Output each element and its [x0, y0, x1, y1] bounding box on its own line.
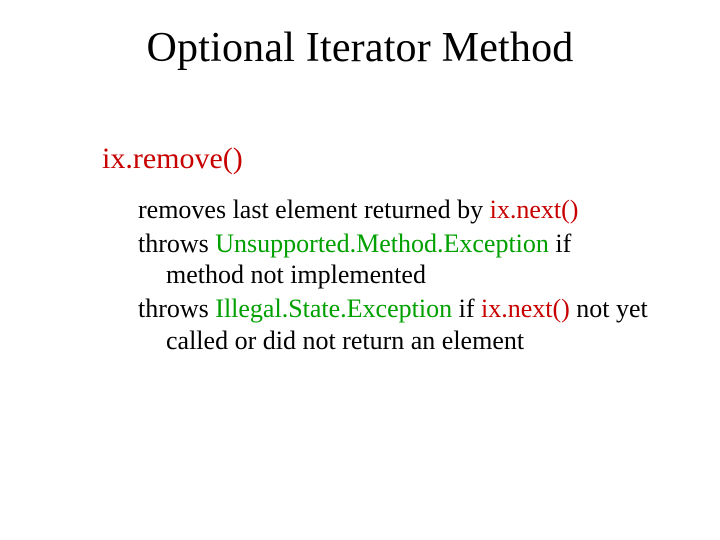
- desc-line-2: throws Unsupported.Method.Exception if m…: [138, 228, 648, 291]
- desc-1-text: removes last element returned by: [138, 195, 490, 224]
- slide-title: Optional Iterator Method: [0, 24, 720, 72]
- description-body: removes last element returned by ix.next…: [138, 194, 648, 359]
- desc-3-call: ix.next(): [481, 294, 570, 323]
- desc-3-exception: Illegal.State.Exception: [215, 294, 452, 323]
- desc-1-call: ix.next(): [490, 195, 579, 224]
- desc-3-lead: throws: [138, 294, 215, 323]
- method-signature: ix.remove(): [102, 142, 243, 176]
- desc-3-mid: if: [452, 294, 481, 323]
- desc-2-lead: throws: [138, 229, 215, 258]
- desc-line-1: removes last element returned by ix.next…: [138, 194, 648, 226]
- desc-2-exception: Unsupported.Method.Exception: [215, 229, 549, 258]
- desc-line-3: throws Illegal.State.Exception if ix.nex…: [138, 293, 648, 356]
- slide: Optional Iterator Method ix.remove() rem…: [0, 0, 720, 540]
